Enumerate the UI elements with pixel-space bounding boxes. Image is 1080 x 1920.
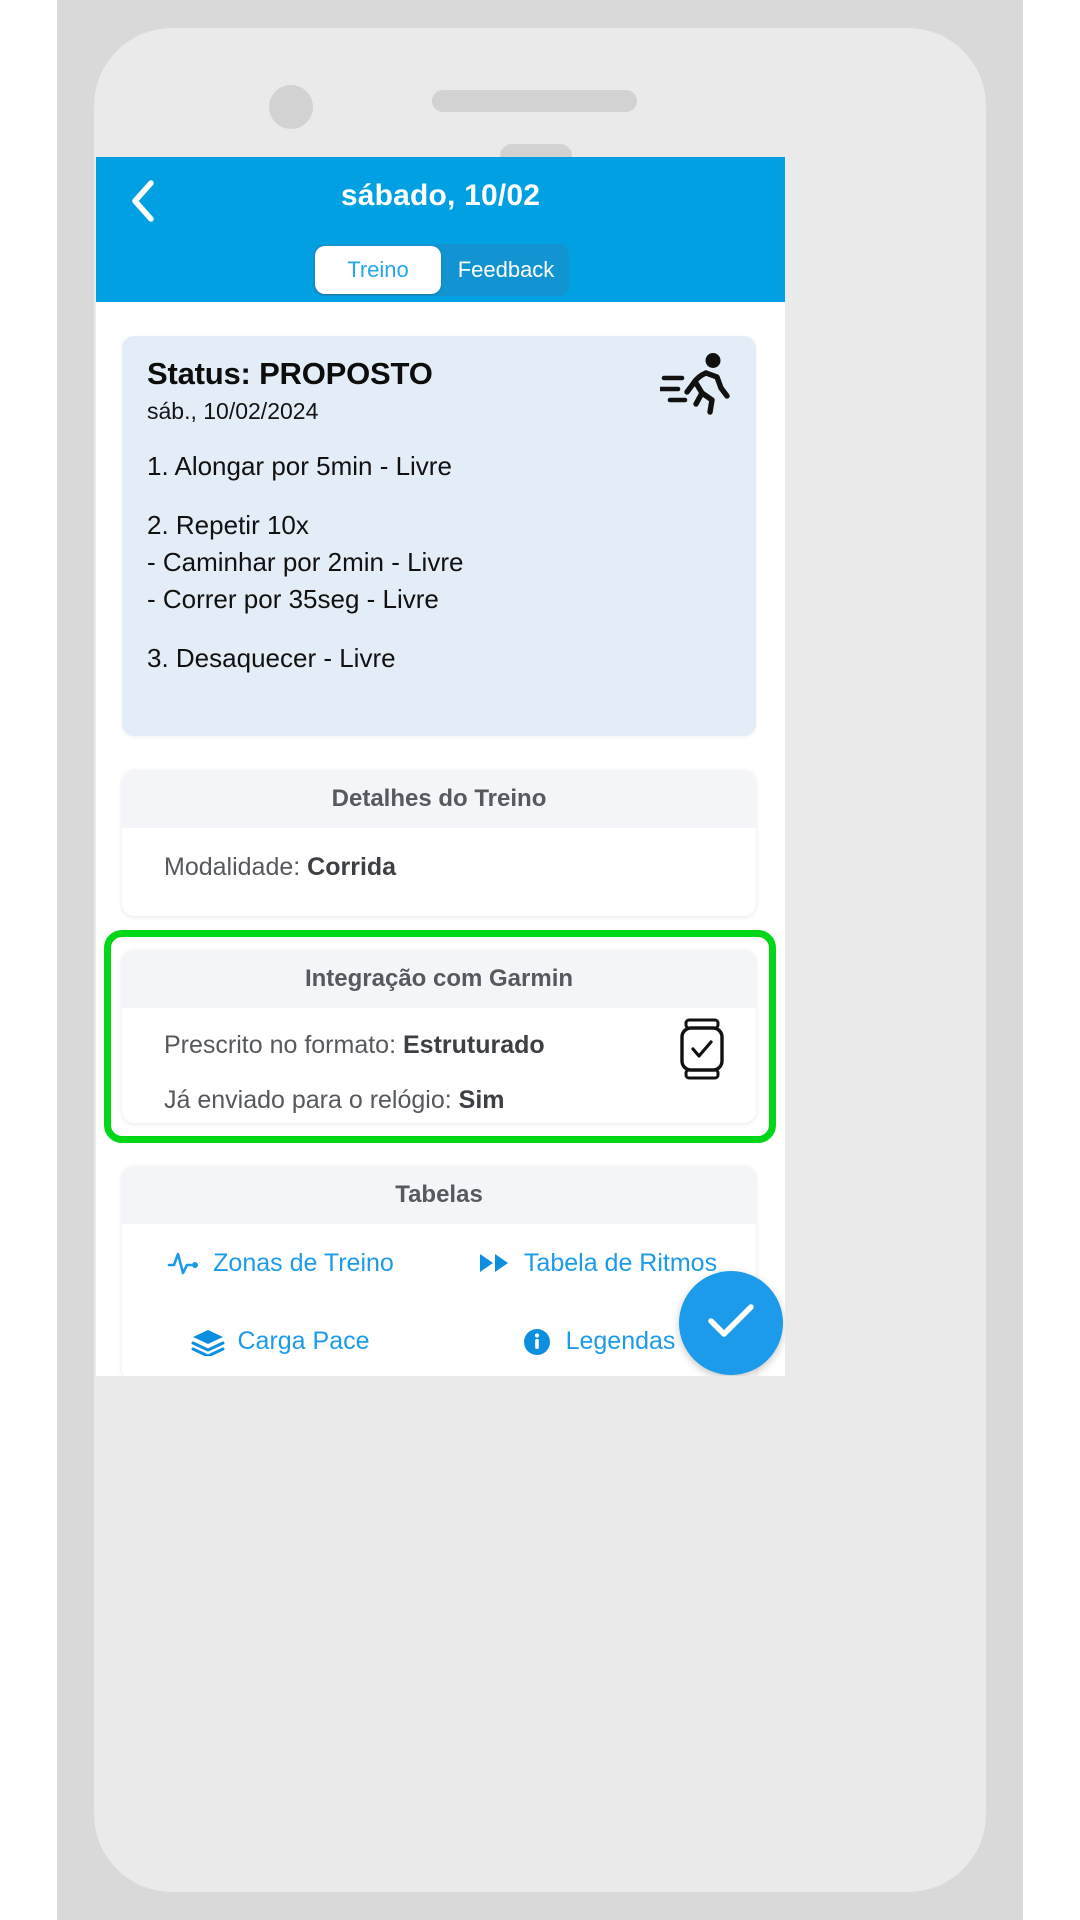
workout-details-header: Detalhes do Treino <box>122 770 756 828</box>
link-tabela-de-ritmos-label: Tabela de Ritmos <box>523 1248 718 1277</box>
running-person-icon <box>658 350 734 420</box>
workout-step: - Caminhar por 2min - Livre <box>147 546 464 577</box>
workout-step: 1. Alongar por 5min - Livre <box>147 451 452 481</box>
garmin-card-header: Integração com Garmin <box>122 950 756 1008</box>
view-tabs: Treino Feedback <box>313 244 569 296</box>
front-camera-icon <box>269 85 313 129</box>
fast-forward-icon <box>478 1248 512 1278</box>
earpiece-speaker <box>432 90 637 112</box>
workout-steps: 1. Alongar por 5min - Livre 2. Repetir 1… <box>147 448 736 677</box>
info-circle-icon <box>520 1327 554 1357</box>
garmin-sent-row: Já enviado para o relógio: Sim <box>122 1081 756 1120</box>
workout-step-spacer <box>147 618 736 640</box>
app-bar: sábado, 10/02 Treino Feedback <box>96 157 785 302</box>
workout-step: 2. Repetir 10x <box>147 509 309 540</box>
workout-status-card: Status: PROPOSTO sáb., 10/02/2024 1. Alo… <box>122 336 756 736</box>
link-carga-pace[interactable]: Carga Pace <box>122 1303 439 1377</box>
workout-step: 3. Desaquecer - Livre <box>147 642 396 673</box>
smartwatch-icon <box>678 1018 726 1080</box>
pulse-wave-icon <box>167 1248 201 1278</box>
tables-card: Tabelas Zonas de Treino Tabela de Ritmos… <box>122 1166 756 1376</box>
confirm-fab-button[interactable] <box>679 1271 783 1375</box>
garmin-sent-label: Já enviado para o relógio: <box>164 1085 459 1114</box>
tables-card-body: Zonas de Treino Tabela de Ritmos Carga P… <box>122 1224 756 1376</box>
tab-treino-label: Treino <box>347 257 409 282</box>
garmin-format-value: Estruturado <box>402 1031 545 1059</box>
tables-link-grid: Zonas de Treino Tabela de Ritmos Carga P… <box>122 1224 756 1376</box>
modality-label: Modalidade: <box>164 853 308 881</box>
page-title: sábado, 10/02 <box>340 179 541 212</box>
status-label: Status: PROPOSTO <box>147 356 433 391</box>
garmin-format-label: Prescrito no formato: <box>164 1031 403 1059</box>
workout-step: - Correr por 35seg - Livre <box>147 583 439 614</box>
garmin-sent-value: Sim <box>458 1085 505 1114</box>
link-legendas-label: Legendas <box>565 1327 676 1355</box>
garmin-format-row: Prescrito no formato: Estruturado <box>122 1026 756 1065</box>
link-zonas-de-treino-label: Zonas de Treino <box>213 1248 394 1277</box>
tab-treino[interactable]: Treino <box>315 246 441 294</box>
layers-icon <box>191 1327 225 1357</box>
modality-row: Modalidade: Corrida <box>122 848 756 887</box>
tables-card-header: Tabelas <box>122 1166 756 1224</box>
page-background: sábado, 10/02 Treino Feedback Status: PR… <box>0 0 1080 1920</box>
scroll-content[interactable]: Status: PROPOSTO sáb., 10/02/2024 1. Alo… <box>96 302 785 1376</box>
workout-details-card: Detalhes do Treino Modalidade: Corrida <box>122 770 756 916</box>
workout-details-body: Modalidade: Corrida <box>122 828 756 916</box>
garmin-integration-card: Integração com Garmin Prescrito no forma… <box>122 950 756 1123</box>
link-zonas-de-treino[interactable]: Zonas de Treino <box>122 1224 439 1302</box>
modality-value: Corrida <box>307 853 397 881</box>
check-icon <box>706 1301 756 1346</box>
workout-step-spacer <box>147 485 736 507</box>
app-screen: sábado, 10/02 Treino Feedback Status: PR… <box>96 157 785 1376</box>
link-carga-pace-label: Carga Pace <box>237 1327 370 1355</box>
tab-feedback[interactable]: Feedback <box>443 244 569 296</box>
workout-date: sáb., 10/02/2024 <box>147 398 319 424</box>
tab-feedback-label: Feedback <box>457 257 555 282</box>
garmin-card-body: Prescrito no formato: Estruturado Já env… <box>122 1008 756 1123</box>
